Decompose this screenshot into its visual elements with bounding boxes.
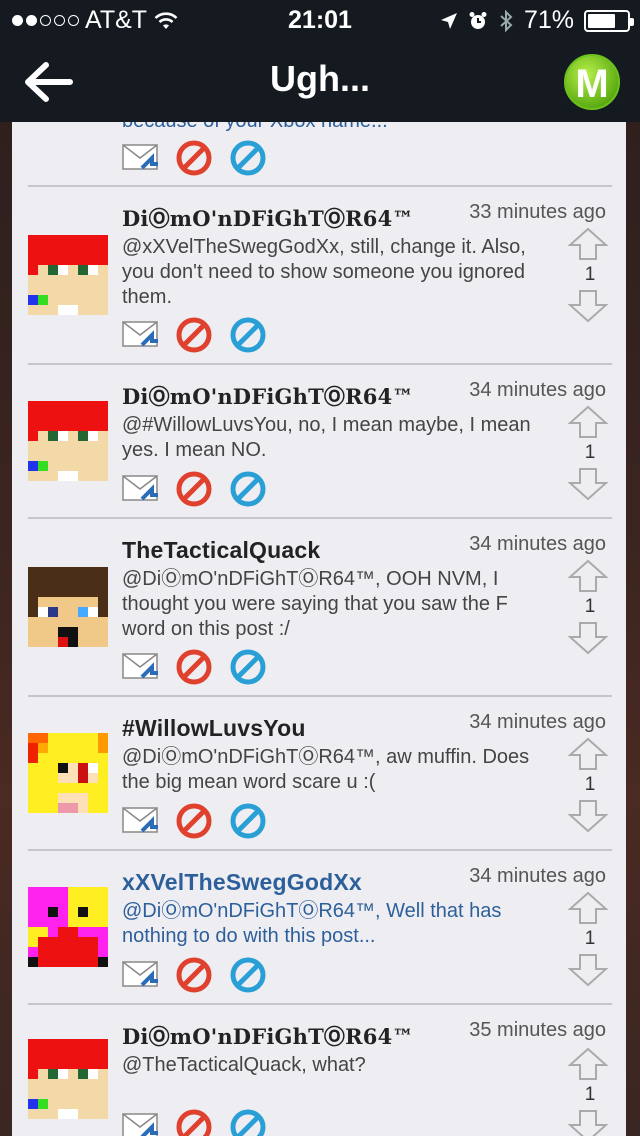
downvote-arrow-icon[interactable] — [568, 289, 608, 323]
username[interactable]: DiⓄmO'nDFiGhTⓄR64™ — [122, 1021, 414, 1051]
vote-control: 1 — [568, 559, 612, 655]
reply-icon[interactable] — [122, 649, 158, 685]
report-icon[interactable] — [176, 957, 212, 993]
status-indicators: 71% — [440, 6, 634, 35]
timestamp: 33 minutes ago — [469, 201, 606, 223]
report-icon[interactable] — [176, 140, 212, 176]
list-item: #WillowLuvsYou 34 minutes ago @DiⓄmO'nDF… — [12, 697, 626, 849]
reply-icon[interactable] — [122, 317, 158, 353]
downvote-arrow-icon[interactable] — [568, 1109, 608, 1136]
nav-bar: Ugh... M — [0, 40, 640, 122]
alarm-icon — [469, 11, 487, 29]
list-item: TheTacticalQuack 34 minutes ago @DiⓄmO'n… — [12, 519, 626, 695]
location-icon — [440, 12, 457, 29]
username[interactable]: TheTacticalQuack — [122, 537, 320, 564]
username[interactable]: DiⓄmO'nDFiGhTⓄR64™ — [122, 381, 414, 411]
vote-count: 1 — [584, 442, 596, 463]
avatar[interactable] — [28, 887, 108, 967]
comment-actions — [122, 1109, 266, 1136]
downvote-arrow-icon[interactable] — [568, 467, 608, 501]
report-icon[interactable] — [176, 317, 212, 353]
vote-count: 1 — [584, 1084, 596, 1105]
username[interactable]: #WillowLuvsYou — [122, 715, 306, 742]
battery-percent: 71% — [523, 6, 574, 34]
username[interactable]: DiⓄmO'nDFiGhTⓄR64™ — [122, 203, 414, 233]
report-icon[interactable] — [176, 1109, 212, 1136]
avatar[interactable] — [28, 567, 108, 647]
timestamp: 35 minutes ago — [469, 1019, 606, 1041]
status-bar: AT&T 21:01 71% — [0, 0, 640, 40]
avatar[interactable] — [28, 401, 108, 481]
comment-text: because of your Xbox name... — [122, 122, 388, 133]
list-item: xXVelTheSwegGodXx 34 minutes ago @DiⓄmO'… — [12, 851, 626, 1003]
timestamp: 34 minutes ago — [469, 379, 606, 401]
vote-count: 1 — [584, 928, 596, 949]
upvote-arrow-icon[interactable] — [568, 405, 608, 439]
block-icon[interactable] — [230, 957, 266, 993]
username[interactable]: xXVelTheSwegGodXx — [122, 869, 362, 896]
page-title: Ugh... — [270, 58, 370, 99]
vote-count: 1 — [584, 264, 596, 285]
reply-icon[interactable] — [122, 957, 158, 993]
avatar[interactable] — [28, 1039, 108, 1119]
block-icon[interactable] — [230, 649, 266, 685]
comment-actions — [122, 317, 266, 353]
vote-control: 1 — [568, 1047, 612, 1136]
timestamp: 34 minutes ago — [469, 533, 606, 555]
list-item: DiⓄmO'nDFiGhTⓄR64™ 33 minutes ago @xXVel… — [12, 187, 626, 363]
report-icon[interactable] — [176, 649, 212, 685]
upvote-arrow-icon[interactable] — [568, 227, 608, 261]
block-icon[interactable] — [230, 803, 266, 839]
reply-icon[interactable] — [122, 803, 158, 839]
upvote-arrow-icon[interactable] — [568, 891, 608, 925]
vote-count: 1 — [584, 774, 596, 795]
report-icon[interactable] — [176, 471, 212, 507]
downvote-arrow-icon[interactable] — [568, 799, 608, 833]
report-icon[interactable] — [176, 803, 212, 839]
reply-icon[interactable] — [122, 471, 158, 507]
comment-actions — [122, 140, 266, 176]
block-icon[interactable] — [230, 1109, 266, 1136]
vote-count: 1 — [584, 596, 596, 617]
reply-icon[interactable] — [122, 1109, 158, 1136]
comment-text: @TheTacticalQuack, what? — [122, 1054, 366, 1076]
comment-actions — [122, 957, 266, 993]
comment-text: @DiⓄmO'nDFiGhTⓄR64™, aw muffin. Does the… — [122, 746, 530, 793]
comment-list[interactable]: because of your Xbox name... DiⓄmO'nDFiG… — [12, 122, 626, 1136]
bluetooth-icon — [500, 9, 513, 32]
vote-control: 1 — [568, 891, 612, 987]
comment-actions — [122, 803, 266, 839]
comment-actions — [122, 649, 266, 685]
upvote-arrow-icon[interactable] — [568, 559, 608, 593]
comment-actions — [122, 471, 266, 507]
comment-text: @#WillowLuvsYou, no, I mean maybe, I mea… — [122, 414, 531, 461]
comment-text: @DiⓄmO'nDFiGhTⓄR64™, OOH NVM, I thought … — [122, 568, 508, 640]
upvote-arrow-icon[interactable] — [568, 737, 608, 771]
list-item-partial: because of your Xbox name... — [12, 122, 626, 186]
app-logo-button[interactable]: M — [564, 54, 620, 110]
avatar[interactable] — [28, 733, 108, 813]
battery-icon — [584, 9, 634, 32]
block-icon[interactable] — [230, 471, 266, 507]
downvote-arrow-icon[interactable] — [568, 621, 608, 655]
block-icon[interactable] — [230, 317, 266, 353]
avatar[interactable] — [28, 235, 108, 315]
vote-control: 1 — [568, 227, 612, 323]
battery-fill — [588, 13, 615, 28]
vote-control: 1 — [568, 405, 612, 501]
list-item: DiⓄmO'nDFiGhTⓄR64™ 34 minutes ago @#Will… — [12, 365, 626, 517]
upvote-arrow-icon[interactable] — [568, 1047, 608, 1081]
list-item: DiⓄmO'nDFiGhTⓄR64™ 35 minutes ago @TheTa… — [12, 1005, 626, 1136]
downvote-arrow-icon[interactable] — [568, 953, 608, 987]
timestamp: 34 minutes ago — [469, 711, 606, 733]
block-icon[interactable] — [230, 140, 266, 176]
reply-icon[interactable] — [122, 140, 158, 176]
timestamp: 34 minutes ago — [469, 865, 606, 887]
comment-text: @DiⓄmO'nDFiGhTⓄR64™, Well that has nothi… — [122, 900, 502, 947]
vote-control: 1 — [568, 737, 612, 833]
comment-text: @xXVelTheSwegGodXx, still, change it. Al… — [122, 236, 526, 308]
